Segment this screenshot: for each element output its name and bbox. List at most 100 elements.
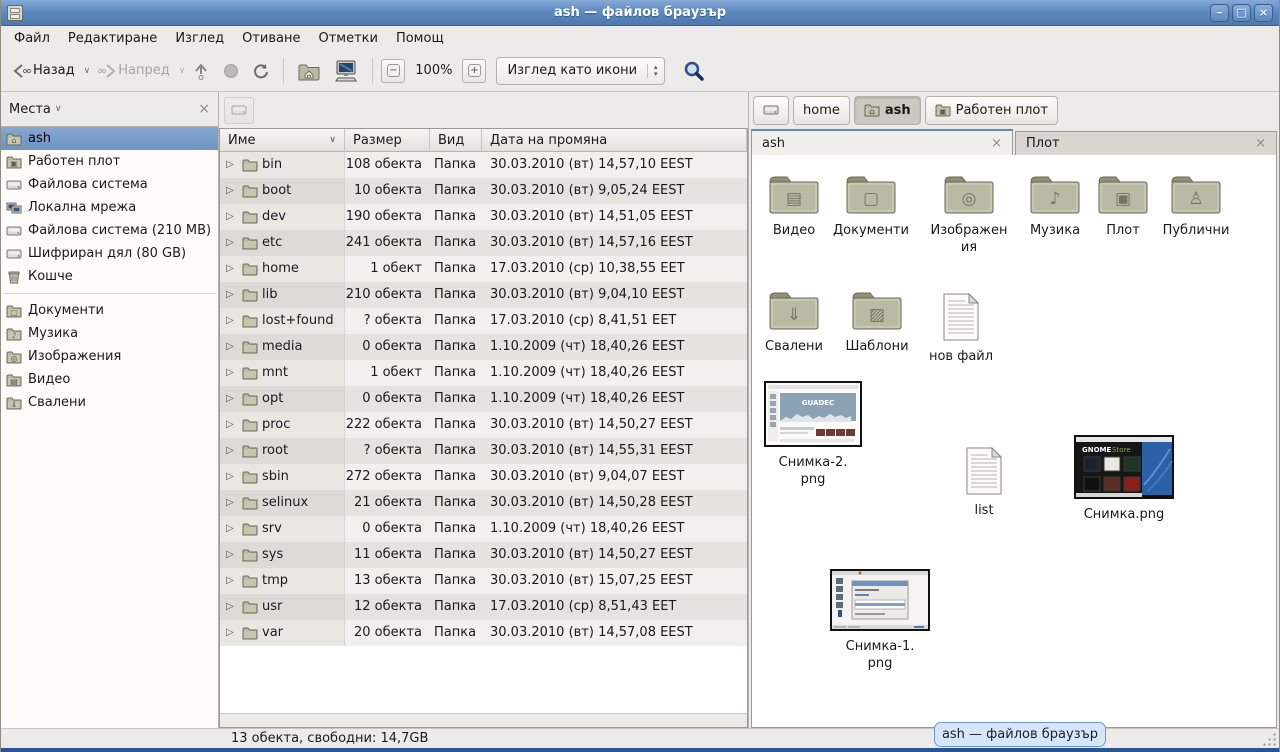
menu-отиване[interactable]: Отиване [233, 28, 309, 49]
sidebar-item-кошче[interactable]: Кошче [1, 265, 218, 288]
back-dropdown[interactable]: ∨ [84, 66, 91, 76]
sidebar-item-локална-мрежа[interactable]: Локална мрежа [1, 196, 218, 219]
file-icon-видео[interactable]: ▤Видео [752, 173, 836, 239]
reload-button[interactable] [247, 59, 275, 83]
tab-ash[interactable]: ash× [751, 129, 1013, 155]
table-row[interactable]: ▷ etc241 обектаПапка30.03.2010 (вт) 14,5… [220, 230, 747, 256]
expander-icon[interactable]: ▷ [226, 464, 238, 490]
forward-button[interactable]: Напред [92, 59, 175, 83]
file-icon-изображения[interactable]: ◎Изображения [927, 173, 1011, 256]
table-row[interactable]: ▷ opt0 обектаПапка1.10.2009 (чт) 18,40,2… [220, 386, 747, 412]
expander-icon[interactable]: ▷ [226, 334, 238, 360]
expander-icon[interactable]: ▷ [226, 490, 238, 516]
sidebar-item-работен-плот[interactable]: ▣Работен плот [1, 150, 218, 173]
taskbar-window-button[interactable]: ash — файлов браузър [934, 722, 1106, 747]
menu-помощ[interactable]: Помощ [387, 28, 453, 49]
close-button[interactable]: × [1254, 4, 1273, 22]
expander-icon[interactable]: ▷ [226, 152, 238, 178]
view-mode-select[interactable]: Изглед като икони ▴▾ [496, 57, 664, 85]
search-button[interactable] [677, 56, 711, 86]
breadcrumb-Работен плот[interactable]: ▣Работен плот [925, 96, 1058, 125]
computer-button[interactable] [328, 56, 364, 86]
up-button[interactable] [187, 59, 215, 83]
file-icon-нов-файл[interactable]: нов файл [919, 293, 1003, 365]
sidebar-item-файлова-система[interactable]: Файлова система [1, 173, 218, 196]
minimize-button[interactable]: – [1210, 4, 1229, 22]
file-icon-документи[interactable]: ▢Документи [829, 173, 913, 239]
table-row[interactable]: ▷ lib210 обектаПапка30.03.2010 (вт) 9,04… [220, 282, 747, 308]
expander-icon[interactable]: ▷ [226, 620, 238, 646]
table-row[interactable]: ▷ selinux21 обектаПапка30.03.2010 (вт) 1… [220, 490, 747, 516]
expander-icon[interactable]: ▷ [226, 178, 238, 204]
column-header-3[interactable]: Дата на промяна [482, 129, 747, 152]
table-row[interactable]: ▷ proc222 обектаПапка30.03.2010 (вт) 14,… [220, 412, 747, 438]
forward-dropdown[interactable]: ∨ [179, 66, 186, 76]
expander-icon[interactable]: ▷ [226, 516, 238, 542]
sidebar-item-документи[interactable]: ▢Документи [1, 299, 218, 322]
tab-плот[interactable]: Плот× [1015, 131, 1277, 155]
table-row[interactable]: ▷ boot10 обектаПапка30.03.2010 (вт) 9,05… [220, 178, 747, 204]
sidebar-item-свалени[interactable]: ⇓Свалени [1, 391, 218, 414]
expander-icon[interactable]: ▷ [226, 438, 238, 464]
expander-icon[interactable]: ▷ [226, 542, 238, 568]
horizontal-scrollbar[interactable] [219, 713, 748, 728]
table-row[interactable]: ▷ usr12 обектаПапка17.03.2010 (ср) 8,51,… [220, 594, 747, 620]
menu-файл[interactable]: Файл [5, 28, 59, 49]
file-icon-свалени[interactable]: ⇓Свалени [752, 289, 836, 355]
expander-icon[interactable]: ▷ [226, 568, 238, 594]
sidebar-item-шифриран-дял-(80-gb)[interactable]: Шифриран дял (80 GB) [1, 242, 218, 265]
sidebar-item-музика[interactable]: ♪Музика [1, 322, 218, 345]
table-row[interactable]: ▷ srv0 обектаПапка1.10.2009 (чт) 18,40,2… [220, 516, 747, 542]
breadcrumb-root[interactable] [753, 96, 789, 125]
file-icon-шаблони[interactable]: ▨Шаблони [835, 289, 919, 355]
stop-button[interactable] [217, 59, 245, 83]
column-header-1[interactable]: Размер [345, 129, 430, 152]
resize-grip[interactable] [1262, 732, 1276, 746]
expander-icon[interactable]: ▷ [226, 360, 238, 386]
table-row[interactable]: ▷ lost+found? обектаПапка17.03.2010 (ср)… [220, 308, 747, 334]
home-button[interactable] [292, 57, 326, 85]
maximize-button[interactable]: □ [1232, 4, 1251, 22]
expander-icon[interactable]: ▷ [226, 256, 238, 282]
table-row[interactable]: ▷ dev190 обектаПапка30.03.2010 (вт) 14,5… [220, 204, 747, 230]
places-selector[interactable]: Места ∨ [9, 102, 62, 117]
file-icon-list[interactable]: list [942, 447, 1026, 519]
tree-root-button[interactable] [224, 97, 254, 124]
sidebar-item-ash[interactable]: ⌂ash [1, 127, 218, 150]
expander-icon[interactable]: ▷ [226, 594, 238, 620]
file-icon-плот[interactable]: ▣Плот [1081, 173, 1165, 239]
expander-icon[interactable]: ▷ [226, 230, 238, 256]
sidebar-item-файлова-система-(210-mb)[interactable]: Файлова система (210 MB) [1, 219, 218, 242]
breadcrumb-ash[interactable]: ⌂ash [854, 96, 921, 125]
expander-icon[interactable]: ▷ [226, 308, 238, 334]
file-icon-снимка-1.png[interactable]: Снимка-1.png [830, 569, 930, 672]
table-row[interactable]: ▷ sbin272 обектаПапка30.03.2010 (вт) 9,0… [220, 464, 747, 490]
sidebar-close-icon[interactable]: × [198, 101, 210, 117]
column-header-0[interactable]: Име∨ [220, 129, 345, 152]
menu-редактиране[interactable]: Редактиране [59, 28, 166, 49]
table-row[interactable]: ▷ bin108 обектаПапка30.03.2010 (вт) 14,5… [220, 152, 747, 178]
expander-icon[interactable]: ▷ [226, 282, 238, 308]
file-icon-снимка.png[interactable]: GNOMEStoreСнимка.png [1074, 435, 1174, 523]
column-header-2[interactable]: Вид [430, 129, 482, 152]
table-row[interactable]: ▷ media0 обектаПапка1.10.2009 (чт) 18,40… [220, 334, 747, 360]
table-row[interactable]: ▷ root? обектаПапка30.03.2010 (вт) 14,55… [220, 438, 747, 464]
table-row[interactable]: ▷ mnt1 обектПапка1.10.2009 (чт) 18,40,26… [220, 360, 747, 386]
table-row[interactable]: ▷ var20 обектаПапка30.03.2010 (вт) 14,57… [220, 620, 747, 646]
sidebar-item-видео[interactable]: ▤Видео [1, 368, 218, 391]
table-row[interactable]: ▷ sys11 обектаПапка30.03.2010 (вт) 14,50… [220, 542, 747, 568]
zoom-in-button[interactable]: + [462, 59, 486, 83]
tab-close-icon[interactable]: × [991, 136, 1002, 151]
zoom-out-button[interactable]: − [381, 59, 405, 83]
file-icon-публични[interactable]: ♙Публични [1154, 173, 1238, 239]
tab-close-icon[interactable]: × [1255, 136, 1266, 151]
sidebar-item-изображения[interactable]: ◎Изображения [1, 345, 218, 368]
menu-изглед[interactable]: Изглед [166, 28, 233, 49]
table-row[interactable]: ▷ tmp13 обектаПапка30.03.2010 (вт) 15,07… [220, 568, 747, 594]
expander-icon[interactable]: ▷ [226, 204, 238, 230]
file-icon-снимка-2.png[interactable]: GUADECСнимка-2.png [764, 381, 862, 488]
back-button[interactable]: Назад [7, 59, 81, 83]
expander-icon[interactable]: ▷ [226, 386, 238, 412]
table-row[interactable]: ▷ home1 обектПапка17.03.2010 (ср) 10,38,… [220, 256, 747, 282]
menu-отметки[interactable]: Отметки [309, 28, 386, 49]
